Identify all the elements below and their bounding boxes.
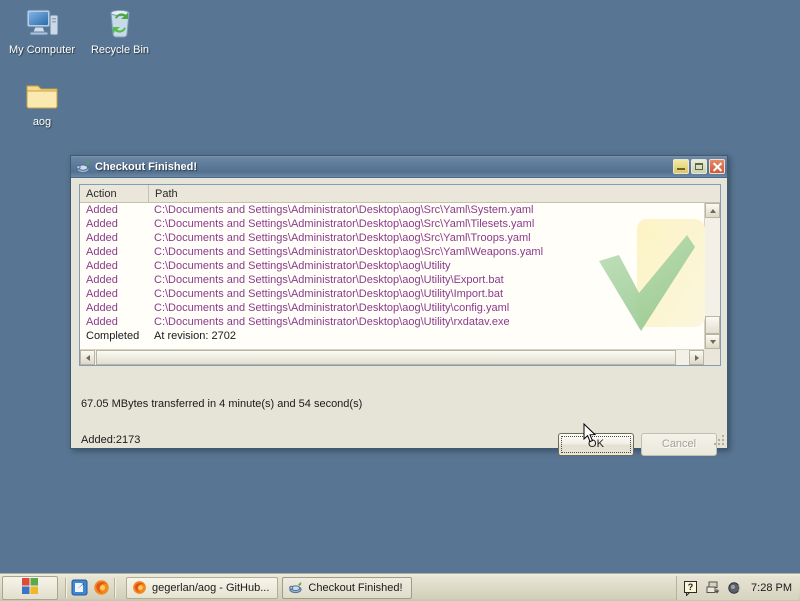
row-path: C:\Documents and Settings\Administrator\… <box>154 232 531 244</box>
scroll-left-button[interactable] <box>80 350 95 365</box>
table-row[interactable]: Added C:\Documents and Settings\Administ… <box>80 231 720 245</box>
maximize-button[interactable] <box>691 159 707 174</box>
row-action: Completed <box>86 330 140 342</box>
task-button-label: gegerlan/aog - GitHub... <box>152 581 270 594</box>
scroll-right-button[interactable] <box>689 350 704 365</box>
log-list[interactable]: Action Path Added C:\Documents and Setti… <box>79 184 721 366</box>
row-action: Added <box>86 232 118 244</box>
help-icon[interactable]: ? <box>683 580 699 597</box>
row-action: Added <box>86 302 118 314</box>
table-row[interactable]: Added C:\Documents and Settings\Administ… <box>80 301 720 315</box>
row-path: C:\Documents and Settings\Administrator\… <box>154 246 544 258</box>
dialog-title: Checkout Finished! <box>95 160 198 173</box>
ok-button[interactable]: OK <box>558 433 634 456</box>
horizontal-scrollbar[interactable] <box>80 349 704 365</box>
task-button-label: Checkout Finished! <box>308 581 403 594</box>
desktop[interactable]: My Computer Recycle Bin aog Checkout Fin… <box>0 0 800 573</box>
taskbar-clock[interactable]: 7:28 PM <box>749 582 792 594</box>
status-transfer-text: 67.05 MBytes transferred in 4 minute(s) … <box>81 398 363 410</box>
status-added-count: Added:2173 <box>81 434 141 446</box>
desktop-icon-my-computer[interactable]: My Computer <box>4 6 80 56</box>
taskbar-divider <box>114 577 116 598</box>
list-header: Action Path <box>80 185 720 203</box>
desktop-icon-label: My Computer <box>8 44 76 56</box>
row-path: C:\Documents and Settings\Administrator\… <box>154 274 504 286</box>
focus-ring <box>561 436 631 453</box>
taskbar[interactable]: gegerlan/aog - GitHub... Checkout Finish… <box>0 573 800 601</box>
table-row[interactable]: Added C:\Documents and Settings\Administ… <box>80 273 720 287</box>
row-path: C:\Documents and Settings\Administrator\… <box>154 316 510 328</box>
row-path: At revision: 2702 <box>154 330 236 342</box>
row-path: C:\Documents and Settings\Administrator\… <box>154 260 451 272</box>
table-row[interactable]: Added C:\Documents and Settings\Administ… <box>80 287 720 301</box>
row-action: Added <box>86 316 118 328</box>
row-path: C:\Documents and Settings\Administrator\… <box>154 218 535 230</box>
row-path: C:\Documents and Settings\Administrator\… <box>154 204 534 216</box>
task-button-checkout-finished[interactable]: Checkout Finished! <box>282 576 412 599</box>
column-header-action[interactable]: Action <box>80 185 149 202</box>
desktop-icon-aog-folder[interactable]: aog <box>4 78 80 128</box>
network-icon[interactable] <box>705 580 721 596</box>
horizontal-scroll-thumb[interactable] <box>96 350 676 365</box>
system-tray[interactable]: ? 7:28 PM <box>676 575 798 600</box>
taskbar-divider <box>65 577 67 598</box>
list-row-container: Added C:\Documents and Settings\Administ… <box>80 203 720 343</box>
row-action: Added <box>86 204 118 216</box>
firefox-icon <box>132 580 147 595</box>
computer-icon <box>24 6 60 40</box>
scrollbar-corner <box>704 349 720 365</box>
row-action: Added <box>86 274 118 286</box>
dialog-body: Action Path Added C:\Documents and Setti… <box>71 178 727 456</box>
column-header-path[interactable]: Path <box>149 185 720 202</box>
desktop-icon-recycle-bin[interactable]: Recycle Bin <box>82 6 158 56</box>
folder-icon <box>24 78 60 112</box>
table-row[interactable]: Added C:\Documents and Settings\Administ… <box>80 245 720 259</box>
firefox-icon[interactable] <box>93 579 110 596</box>
windows-flag-icon <box>21 577 39 598</box>
desktop-icon-label: Recycle Bin <box>90 44 150 56</box>
row-action: Added <box>86 260 118 272</box>
cancel-button-label: Cancel <box>661 438 697 450</box>
minimize-button[interactable] <box>673 159 689 174</box>
tortoisesvn-icon <box>288 580 303 595</box>
resize-grip[interactable] <box>713 434 725 446</box>
checkout-finished-dialog[interactable]: Checkout Finished! Action Path Added C:\… <box>70 155 728 456</box>
row-path: C:\Documents and Settings\Administrator\… <box>154 302 510 314</box>
table-row[interactable]: Completed At revision: 2702 <box>80 329 720 343</box>
table-row[interactable]: Added C:\Documents and Settings\Administ… <box>80 203 720 217</box>
table-row[interactable]: Added C:\Documents and Settings\Administ… <box>80 217 720 231</box>
row-path: C:\Documents and Settings\Administrator\… <box>154 288 504 300</box>
volume-icon[interactable] <box>727 580 743 596</box>
desktop-icon-label: aog <box>32 116 52 128</box>
tortoisesvn-icon <box>75 159 91 175</box>
svg-text:?: ? <box>688 582 694 592</box>
dialog-titlebar[interactable]: Checkout Finished! <box>71 156 727 178</box>
row-action: Added <box>86 288 118 300</box>
quick-launch-bar[interactable] <box>71 579 110 596</box>
table-row[interactable]: Added C:\Documents and Settings\Administ… <box>80 315 720 329</box>
recycle-bin-icon <box>102 6 138 40</box>
show-desktop-icon[interactable] <box>71 579 88 596</box>
list-rows[interactable]: Added C:\Documents and Settings\Administ… <box>80 203 720 349</box>
task-button-firefox[interactable]: gegerlan/aog - GitHub... <box>126 576 279 599</box>
table-row[interactable]: Added C:\Documents and Settings\Administ… <box>80 259 720 273</box>
close-button[interactable] <box>709 159 725 174</box>
start-button[interactable] <box>2 575 58 600</box>
row-action: Added <box>86 246 118 258</box>
row-action: Added <box>86 218 118 230</box>
cancel-button[interactable]: Cancel <box>641 433 717 456</box>
task-button-list: gegerlan/aog - GitHub... Checkout Finish… <box>120 576 676 599</box>
